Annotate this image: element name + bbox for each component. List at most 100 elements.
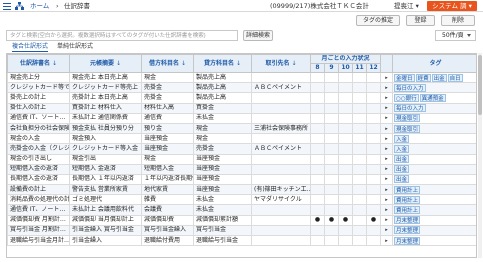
tag-badge[interactable]: 現金取引 <box>394 114 421 123</box>
tag-search-input[interactable] <box>6 30 238 41</box>
row-name-cell[interactable]: 掛仕入の計上 <box>7 102 70 114</box>
tag-badge[interactable]: 出金 <box>394 175 410 184</box>
row-expand-icon[interactable]: ▸ <box>380 163 394 175</box>
tag-badge[interactable]: 費用計上 <box>394 195 421 204</box>
table-row[interactable]: 現金の入金 現金預入 当座預金 現金 ▸ 入金 <box>7 133 476 145</box>
tag-badge[interactable]: 月末整理 <box>394 236 421 245</box>
row-expand-icon[interactable]: ▸ <box>380 234 394 247</box>
table-row[interactable]: 会社負担分の社会保険 預金支払 社員分預り分 預り金 現金 三浦社会保険事務所 ▸ 現金取引 <box>7 122 476 135</box>
row-name-cell[interactable]: 現金売上分 <box>7 71 70 84</box>
row-expand-icon[interactable]: ▸ <box>380 82 394 94</box>
row-credit-cell: 未払金 <box>193 204 252 216</box>
tag-badge[interactable]: 出金 <box>394 155 410 164</box>
row-name-cell[interactable]: 現金の引き出し <box>7 153 70 165</box>
tab-compound-entry[interactable]: 複合仕訳形式 <box>12 42 49 52</box>
detail-search-button[interactable]: 詳細検索 <box>243 30 273 41</box>
row-name-cell[interactable]: 消耗品費の処理代の計上 <box>7 194 70 206</box>
row-expand-icon[interactable]: ▸ <box>380 133 394 145</box>
row-name-cell[interactable]: 設備費の計上 <box>7 184 70 196</box>
month-status-cell <box>352 143 367 155</box>
register-button[interactable]: 登録 <box>406 15 435 26</box>
row-expand-icon[interactable]: ▸ <box>380 92 394 104</box>
menu-icon[interactable] <box>3 3 11 10</box>
row-credit-cell: 買掛金 <box>193 102 252 114</box>
tag-badge[interactable]: 自日 <box>447 73 463 82</box>
row-name-cell[interactable]: 短期借入金の返済 <box>7 163 70 175</box>
table-row[interactable]: 掛売上の計上 売掛計上 本日売上高 売掛金 製品売上高 ▸ ○○銀行 異通預金 <box>7 92 476 104</box>
page-size-select[interactable]: 50件/頁 <box>435 30 476 41</box>
header-credit[interactable]: 貸方科目名 <box>193 54 252 73</box>
tag-badge[interactable]: 毎日の入力 <box>394 83 426 92</box>
row-name-cell[interactable]: クレジットカード等で <box>7 82 70 94</box>
user-menu[interactable]: 提喪江 ▾ <box>394 2 419 10</box>
row-debit-cell: 材料仕入高 <box>141 102 194 114</box>
table-row[interactable]: 消耗品費の処理代の計上 ゴミ処理代 雑費 未払金 ヤマダリサイクル ▸ 費用計上 <box>7 194 476 206</box>
row-name-cell[interactable]: 通信費 IT、ソート… <box>7 112 70 124</box>
breadcrumb-home[interactable]: ホーム <box>30 2 49 10</box>
row-name-cell[interactable]: 賞与引当金 月割計… <box>7 224 70 237</box>
table-row[interactable]: 現金の引き出し 現金引出 現金 当座預金 ▸ 出金 <box>7 153 476 165</box>
tab-simple-entry[interactable]: 単純仕訳形式 <box>57 42 93 51</box>
header-partner[interactable]: 取引先名 <box>251 54 311 73</box>
row-expand-icon[interactable]: ▸ <box>380 194 394 206</box>
row-expand-icon[interactable]: ▸ <box>380 204 394 216</box>
table-row[interactable]: 通信費 IT、ソート… 未払計上 通信関係費 通信費 未払金 ▸ 現金取引 <box>7 112 476 124</box>
row-expand-icon[interactable]: ▸ <box>380 214 394 226</box>
delete-button[interactable]: 削除 <box>441 15 475 26</box>
table-scrollbar[interactable] <box>478 53 482 258</box>
row-expand-icon[interactable]: ▸ <box>380 102 394 114</box>
table-row[interactable]: 減価償却費 月割計… 減価償却 当月償却計上 減価償却費 減価償却累計額 ● ● ● ● ▸ 月末… <box>7 214 476 226</box>
table-row[interactable]: 現金売上分 現金売上 本日売上高 現金 製品売上高 ▸ 金曜日 経費 出金 自日 <box>7 71 476 84</box>
row-expand-icon[interactable]: ▸ <box>380 112 394 124</box>
tag-badge[interactable]: 金曜日 <box>394 73 415 82</box>
tag-badge[interactable]: 出金 <box>394 165 410 174</box>
tag-badge[interactable]: 異通預金 <box>419 93 446 102</box>
row-expand-icon[interactable]: ▸ <box>380 71 394 84</box>
tag-badge[interactable]: 入金 <box>394 134 410 143</box>
tag-badge[interactable]: 経費 <box>415 73 431 82</box>
row-expand-icon[interactable]: ▸ <box>380 143 394 155</box>
tag-badge[interactable]: 月末整理 <box>394 216 421 225</box>
table-row[interactable]: 掛仕入の計上 買掛計上 材料仕入 材料仕入高 買掛金 ▸ 毎日の入力 <box>7 102 476 114</box>
tag-badge[interactable]: 月末整理 <box>394 226 421 235</box>
row-name-cell[interactable]: 現金の入金 <box>7 133 70 145</box>
tag-badge[interactable]: 費用計上 <box>394 206 421 215</box>
row-partner-cell: 三浦社会保険事務所 <box>251 122 311 135</box>
header-name[interactable]: 仕訳辞書名 <box>7 54 70 73</box>
row-expand-icon[interactable]: ▸ <box>380 122 394 135</box>
row-expand-icon[interactable]: ▸ <box>380 153 394 165</box>
row-name-cell[interactable]: 会社負担分の社会保険 <box>7 122 70 135</box>
table-row[interactable]: 通信費 IT、ノート… 未払計上 会議用飲料代 会議費 未払金 ▸ 費用計上 <box>7 204 476 216</box>
table-row[interactable]: クレジットカード等で クレジットカード等売上 売掛金 製品売上高 ＡＢＣペイメント ▸ 毎日… <box>7 82 476 94</box>
row-name-cell[interactable]: 退職給与引当金月計… <box>7 234 70 247</box>
tag-badge[interactable]: 費用計上 <box>394 185 421 194</box>
row-debit-cell: 退職給付費用 <box>141 234 194 247</box>
row-name-cell[interactable]: 減価償却費 月割計… <box>7 214 70 226</box>
tag-settings-button[interactable]: タグの推定 <box>356 15 400 26</box>
row-name-cell[interactable]: 長期借入金の返済 <box>7 173 70 186</box>
table-row[interactable]: 設備費の計上 警告支払 営業所家賃 地代家賃 当座預金 (有)篠田キッチン工… ▸ 費用計上 <box>7 184 476 196</box>
tag-badge[interactable]: 毎日の入力 <box>394 104 426 113</box>
header-month: 8 <box>310 63 325 73</box>
row-name-cell[interactable]: 掛売上の計上 <box>7 92 70 104</box>
table-row[interactable]: 退職給与引当金月計… 引当金繰入 退職給付費用 退職給与引当金 ▸ 月末整理 <box>7 234 476 247</box>
month-status-cell <box>352 184 367 196</box>
scrollbar-thumb[interactable] <box>478 55 482 115</box>
row-tags-cell: 入金 <box>392 133 476 145</box>
row-expand-icon[interactable]: ▸ <box>380 173 394 186</box>
row-expand-icon[interactable]: ▸ <box>380 224 394 237</box>
system-menu-button[interactable]: システム 調 ▾ <box>427 1 477 11</box>
tag-badge[interactable]: 入金 <box>394 144 410 153</box>
table-row[interactable]: 賞与引当金 月割計… 引当金繰入 賞与引当金 賞与引当金繰入 賞与引当金 ▸ 月末整理 <box>7 224 476 237</box>
table-row[interactable]: 短期借入金の返済 短期借入 金返済 短期借入金 当座預金 ▸ 出金 <box>7 163 476 175</box>
tag-badge[interactable]: 出金 <box>431 73 447 82</box>
row-expand-icon[interactable]: ▸ <box>380 184 394 196</box>
header-debit[interactable]: 借方科目名 <box>141 54 194 73</box>
table-row[interactable]: 長期借入金の返済 長期借入 １年以内返済 １年以内返済長期借 当座預金 ▸ 出金 <box>7 173 476 186</box>
table-row[interactable]: 売掛金の入金（クレジ… クレジットカード等入金 当座預金 売掛金 ＡＢＣペイメント ▸ 入金 <box>7 143 476 155</box>
row-name-cell[interactable]: 売掛金の入金（クレジ… <box>7 143 70 155</box>
tag-badge[interactable]: 現金取引 <box>394 124 421 133</box>
header-description[interactable]: 元帳摘要 <box>69 54 142 73</box>
row-name-cell[interactable]: 通信費 IT、ノート… <box>7 204 70 216</box>
tag-badge[interactable]: ○○銀行 <box>394 93 419 102</box>
